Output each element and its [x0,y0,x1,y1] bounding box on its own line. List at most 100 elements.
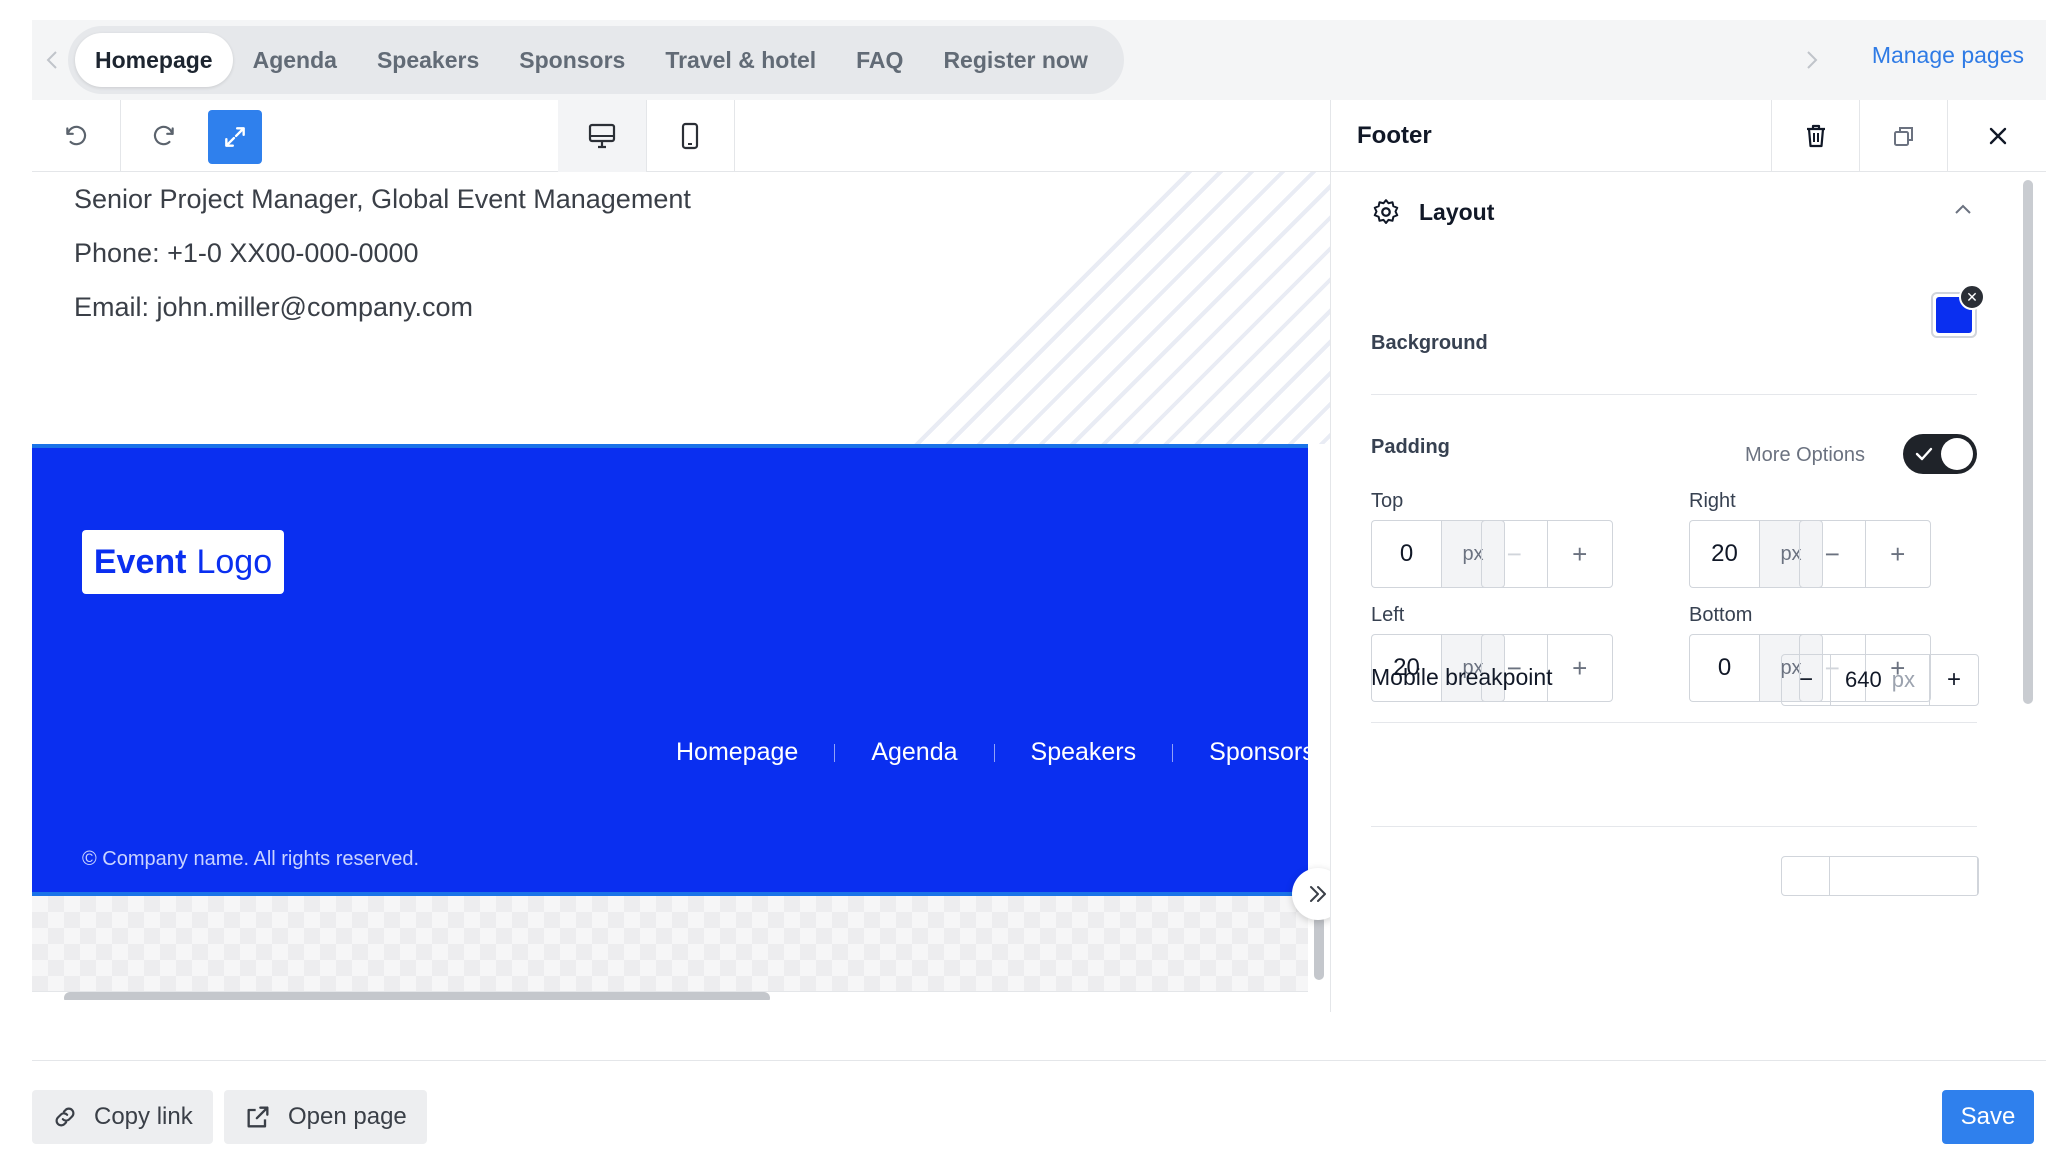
open-page-button[interactable]: Open page [224,1090,427,1144]
section-divider [1371,722,1977,723]
padding-label: Padding [1371,436,1450,458]
mobile-breakpoint-decrement[interactable]: − [1782,654,1830,706]
toggle-knob [1941,438,1973,470]
padding-top-value[interactable]: 0 [1371,520,1441,588]
section-divider [1371,394,1977,395]
padding-top-increment[interactable]: + [1546,521,1613,587]
expand-icon [225,127,245,147]
duplicate-icon [1893,127,1913,146]
contact-block: Senior Project Manager, Global Event Man… [74,172,691,334]
external-link-icon [247,1106,269,1128]
logo-bold-text: Event [93,542,187,581]
contact-title: Senior Project Manager, Global Event Man… [74,184,691,214]
mobile-breakpoint-label: Mobile breakpoint [1371,664,1553,690]
undo-icon [66,125,87,146]
footer-nav-homepage[interactable]: Homepage [640,738,834,767]
check-icon [1915,447,1933,461]
expand-button[interactable] [208,110,262,164]
padding-right-decrement[interactable]: − [1800,521,1865,587]
chevron-up-icon[interactable] [1951,198,1975,227]
panel-header: Footer [1331,100,2046,172]
canvas-empty-area [32,896,1308,992]
tab-sponsors[interactable]: Sponsors [499,33,645,87]
page-editor: Homepage Agenda Speakers Sponsors Travel… [0,0,2048,1162]
padding-top-label: Top [1371,490,1404,512]
partially-visible-control[interactable] [1781,856,1979,896]
undo-button[interactable] [32,100,120,172]
padding-top-decrement[interactable]: − [1482,521,1547,587]
padding-top-stepper: − + [1481,520,1613,588]
section-divider [1371,826,1977,827]
mobile-icon [681,122,699,150]
decorative-stripes [912,172,1330,444]
more-options-toggle[interactable] [1903,434,1977,474]
mobile-breakpoint-increment[interactable]: + [1930,654,1978,706]
event-logo[interactable]: Event Logo [82,530,284,594]
tabs-scroll-left-icon[interactable] [40,44,64,76]
padding-right-stepper: − + [1799,520,1931,588]
canvas-vertical-scrollbar[interactable] [1314,916,1324,980]
logo-regular-text: Logo [196,542,273,581]
footer-nav-agenda[interactable]: Agenda [835,738,993,767]
tab-travel-hotel[interactable]: Travel & hotel [645,33,836,87]
footer-section[interactable]: Event Logo Homepage Agenda Speakers Spon… [32,444,1315,896]
padding-bottom-value[interactable]: 0 [1689,634,1759,702]
padding-bottom-label: Bottom [1689,604,1753,626]
tab-homepage[interactable]: Homepage [75,33,233,87]
footer-copyright: © Company name. All rights reserved. [82,848,420,870]
bottom-bar-divider [32,1060,2046,1061]
mobile-view-button[interactable] [646,100,734,172]
manage-pages-link[interactable]: Manage pages [1872,42,2024,69]
mobile-breakpoint-unit: px [1891,667,1915,692]
mobile-breakpoint-value: 640 [1845,667,1882,692]
clear-color-icon[interactable]: ✕ [1959,284,1985,310]
open-page-label: Open page [288,1103,407,1130]
trash-icon [1806,124,1825,148]
page-tabs-bar: Homepage Agenda Speakers Sponsors Travel… [32,20,2046,100]
redo-icon [153,125,174,146]
padding-right-increment[interactable]: + [1864,521,1931,587]
panel-title: Footer [1357,122,1432,149]
page-canvas: Senior Project Manager, Global Event Man… [32,172,1330,1000]
layout-section-title: Layout [1419,198,1495,225]
tabs-scroll-right-icon[interactable] [1800,44,1824,76]
toolbar-divider [734,100,735,172]
editor-toolbar [32,100,1332,172]
background-label: Background [1371,332,1488,354]
save-button[interactable]: Save [1942,1090,2034,1144]
desktop-view-button[interactable] [558,100,646,172]
ghost-segment [1782,857,1830,895]
duplicate-button[interactable] [1859,100,1947,172]
padding-right-label: Right [1689,490,1736,512]
link-icon [55,1107,75,1127]
close-panel-button[interactable] [1947,100,2046,172]
redo-button[interactable] [120,100,208,172]
tab-faq[interactable]: FAQ [836,33,923,87]
close-icon [1989,127,2006,145]
more-options-label: More Options [1745,444,1866,466]
padding-left-increment[interactable]: + [1546,635,1613,701]
gear-icon [1373,199,1399,224]
panel-scrollbar[interactable] [2023,180,2033,704]
delete-button[interactable] [1771,100,1859,172]
ghost-segment [1830,857,1978,895]
contact-email: Email: john.miller@company.com [74,292,474,322]
copy-link-button[interactable]: Copy link [32,1090,213,1144]
tab-register-now[interactable]: Register now [923,33,1107,87]
layout-section-header[interactable]: Layout [1371,192,1971,232]
copy-link-label: Copy link [94,1103,193,1130]
footer-nav: Homepage Agenda Speakers Sponsors [640,738,1330,767]
footer-nav-speakers[interactable]: Speakers [995,738,1173,767]
padding-right-value[interactable]: 20 [1689,520,1759,588]
tab-agenda[interactable]: Agenda [233,33,357,87]
tab-speakers[interactable]: Speakers [357,33,499,87]
properties-panel: Footer Layout Background ✕ Padding More … [1330,100,2046,1012]
padding-left-label: Left [1371,604,1405,626]
double-chevron-right-icon [1310,886,1326,902]
mobile-breakpoint-stepper: − 640 px + [1781,654,1979,706]
footer-nav-sponsors[interactable]: Sponsors [1173,738,1330,767]
canvas-horizontal-scrollbar[interactable] [64,992,770,1000]
desktop-icon [588,123,616,149]
contact-phone: Phone: +1-0 XX00-000-0000 [74,238,419,268]
mobile-breakpoint-input[interactable]: 640 px [1830,654,1930,706]
